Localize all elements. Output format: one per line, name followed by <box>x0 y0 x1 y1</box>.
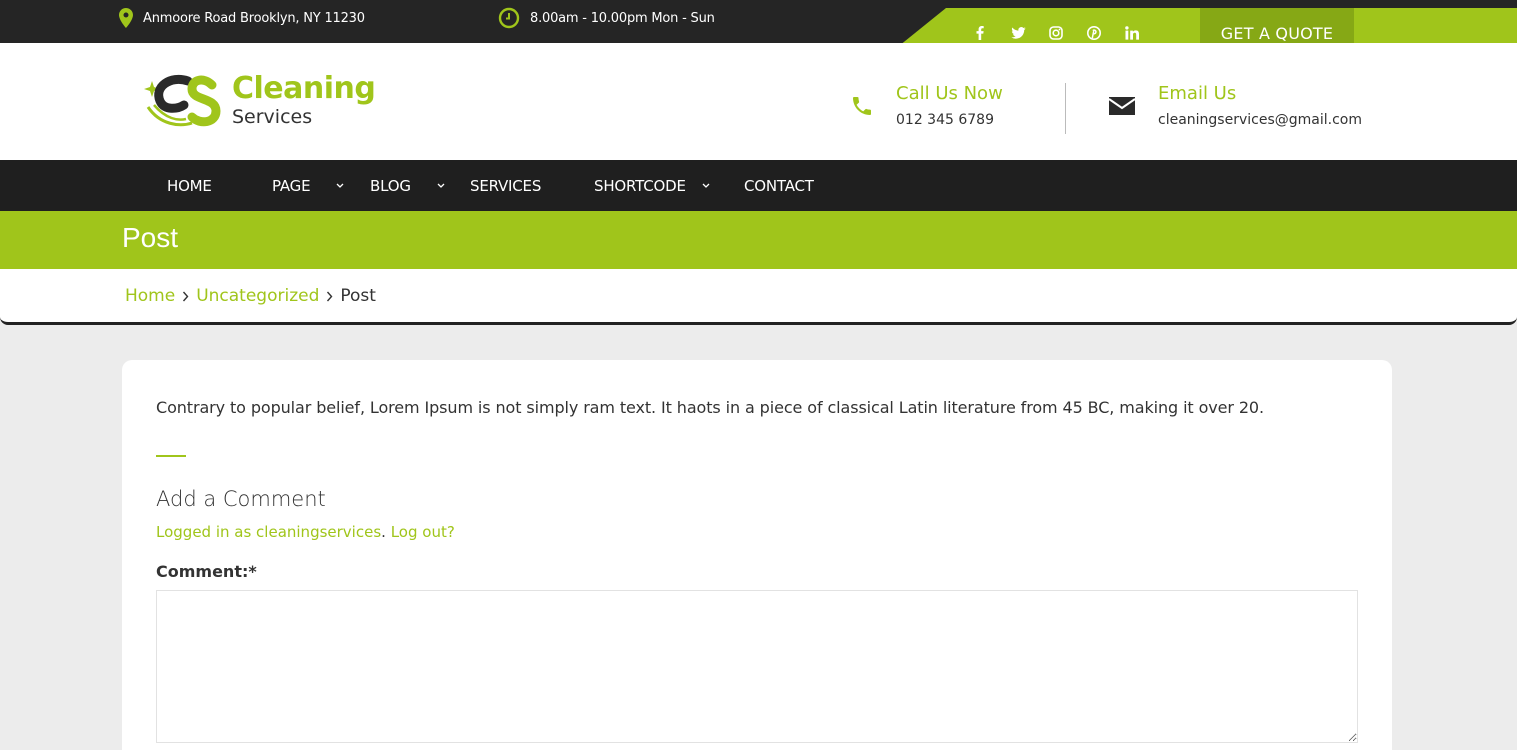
main-navigation: HOME PAGE BLOG SERVICES SHORTCODE CONTAC… <box>0 160 1517 211</box>
logged-in-separator: . <box>381 523 386 541</box>
hours-text: 8.00am - 10.00pm Mon - Sun <box>530 10 715 26</box>
comment-label: Comment:* <box>156 562 257 581</box>
email-address[interactable]: cleaningservices@gmail.com <box>1158 112 1362 128</box>
envelope-icon <box>1108 96 1136 115</box>
page-title-band: Post <box>0 211 1517 269</box>
post-card: Contrary to popular belief, Lorem Ipsum … <box>122 360 1392 750</box>
logged-in-line: Logged in as cleaningservices. Log out? <box>156 523 455 541</box>
nav-item-label: SERVICES <box>470 176 542 195</box>
post-body-text: Contrary to popular belief, Lorem Ipsum … <box>156 398 1264 417</box>
logo-subtitle: Services <box>232 105 313 128</box>
address-text: Anmoore Road Brooklyn, NY 11230 <box>143 10 365 26</box>
email-us-label: Email Us <box>1158 83 1237 104</box>
log-out-link[interactable]: Log out? <box>391 523 455 541</box>
phone-icon <box>853 96 871 115</box>
comment-textarea[interactable] <box>156 590 1358 743</box>
nav-item-page[interactable]: PAGE <box>272 160 344 211</box>
chevron-right-icon <box>326 291 333 302</box>
page-title: Post <box>122 222 179 253</box>
chevron-down-icon <box>336 183 344 189</box>
nav-item-label: HOME <box>167 176 212 195</box>
clock-icon <box>498 7 520 29</box>
call-us-block: Call Us Now 012 345 6789 <box>850 83 1003 128</box>
nav-item-label: CONTACT <box>744 176 814 195</box>
chevron-right-icon <box>182 291 189 302</box>
nav-item-home[interactable]: HOME <box>167 160 212 211</box>
header-divider <box>1065 83 1066 134</box>
nav-item-blog[interactable]: BLOG <box>370 160 445 211</box>
logo-mark-icon <box>144 75 221 127</box>
nav-item-services[interactable]: SERVICES <box>470 160 541 211</box>
address-info: Anmoore Road Brooklyn, NY 11230 <box>119 0 365 36</box>
nav-item-label: BLOG <box>370 176 411 195</box>
breadcrumb-current: Post <box>340 286 376 306</box>
site-header: Cleaning Services Call Us Now 012 345 67… <box>0 43 1517 160</box>
logged-in-as-link[interactable]: Logged in as cleaningservices <box>156 523 381 541</box>
nav-item-shortcode[interactable]: SHORTCODE <box>594 160 710 211</box>
nav-item-contact[interactable]: CONTACT <box>744 160 814 211</box>
phone-number[interactable]: 012 345 6789 <box>896 112 1003 128</box>
add-comment-heading: Add a Comment <box>156 487 326 511</box>
call-us-label: Call Us Now <box>896 83 1003 104</box>
nav-item-label: SHORTCODE <box>594 176 686 195</box>
breadcrumb-home-link[interactable]: Home <box>125 286 175 306</box>
breadcrumb-category-link[interactable]: Uncategorized <box>196 286 319 306</box>
map-pin-icon <box>119 8 133 28</box>
nav-item-label: PAGE <box>272 176 311 195</box>
chevron-down-icon <box>702 183 710 189</box>
logo[interactable]: Cleaning Services <box>140 70 376 129</box>
email-us-block: Email Us cleaningservices@gmail.com <box>1108 83 1362 128</box>
breadcrumb: Home Uncategorized Post <box>0 269 1517 325</box>
section-divider <box>156 455 186 457</box>
logo-title: Cleaning <box>232 70 376 106</box>
hours-info: 8.00am - 10.00pm Mon - Sun <box>498 0 715 36</box>
chevron-down-icon <box>437 183 445 189</box>
